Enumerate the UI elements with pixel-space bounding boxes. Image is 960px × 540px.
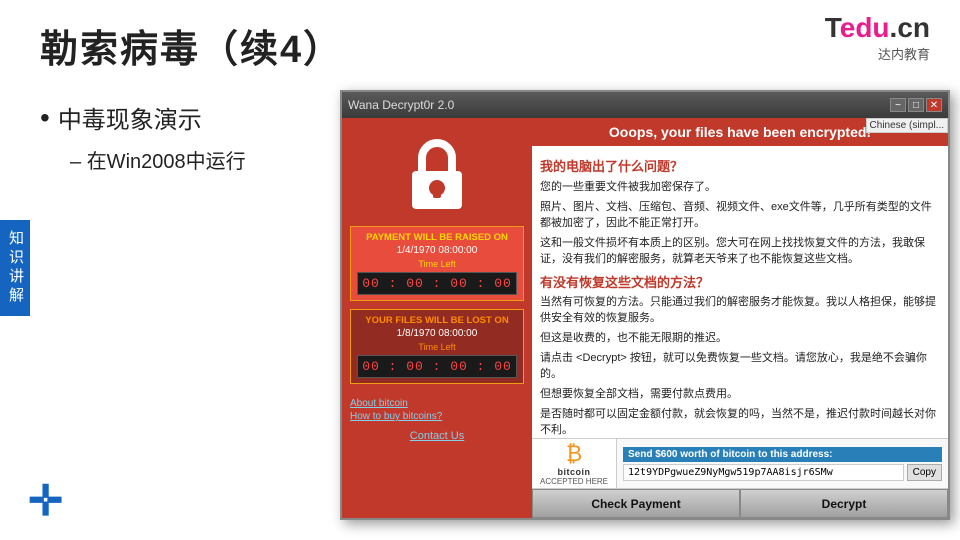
- check-payment-button[interactable]: Check Payment: [532, 489, 740, 518]
- p6: 请点击 <Decrypt> 按钮，就可以免费恢复一些文档。请您放心，我是绝不会骗…: [540, 351, 940, 383]
- time-left-label: Time Left: [357, 259, 517, 269]
- language-selector[interactable]: Chinese (simpl...: [866, 118, 948, 133]
- window-title: Wana Decrypt0r 2.0: [348, 98, 454, 112]
- contact-us-link[interactable]: Contact Us: [410, 430, 464, 442]
- address-box: 12t9YDPgwueZ9NyMgw519p7AA8isjr6SMw Copy: [623, 464, 942, 481]
- copy-button[interactable]: Copy: [907, 464, 942, 481]
- logo-t: T: [825, 12, 840, 43]
- time-left-label2: Time Left: [357, 342, 517, 352]
- timer1: 00 : 00 : 00 : 00: [357, 272, 517, 295]
- right-content: 我的电脑出了什么问题？ 您的一些重要文件被我加密保存了。 照片、图片、文档、压缩…: [532, 146, 948, 438]
- p2: 照片、图片、文档、压缩包、音频、视频文件、exe文件等，几乎所有类型的文件都被加…: [540, 200, 940, 232]
- about-links: About bitcoin How to buy bitcoins?: [350, 398, 524, 424]
- lost-box: Your files will be lost on 1/8/1970 08:0…: [350, 309, 524, 384]
- bullet-sub: 在Win2008中运行: [70, 145, 246, 174]
- p3: 这和一般文件损坏有本质上的区别。您大可在网上找找恢复文件的方法，我敢保证，没有我…: [540, 236, 940, 268]
- bitcoin-accepted-text: ACCEPTED HERE: [540, 477, 608, 486]
- q2-heading: 有没有恢复这些文档的方法？: [540, 274, 940, 293]
- lost-label: Your files will be lost on: [357, 315, 517, 326]
- bullets: 中毒现象演示 在Win2008中运行: [40, 100, 246, 174]
- p7: 但想要恢复全部文档，需要付款点费用。: [540, 387, 940, 403]
- send-label: Send $600 worth of bitcoin to this addre…: [623, 447, 942, 462]
- sidebar-label: 知识讲解: [0, 220, 30, 316]
- bullet-main: 中毒现象演示: [40, 100, 246, 135]
- payment-label: Payment will be raised on: [357, 232, 517, 243]
- padlock-icon: [402, 136, 472, 216]
- window-controls[interactable]: − □ ✕: [890, 98, 942, 112]
- lost-date: 1/8/1970 08:00:00: [357, 328, 517, 339]
- logo-cn: cn: [897, 12, 930, 43]
- bottom-buttons: Check Payment Decrypt: [532, 488, 948, 518]
- payment-box: Payment will be raised on 1/4/1970 08:00…: [350, 226, 524, 301]
- logo-edu: edu: [840, 12, 890, 43]
- payment-date: 1/4/1970 08:00:00: [357, 245, 517, 256]
- minimize-button[interactable]: −: [890, 98, 906, 112]
- p5: 但这是收费的，也不能无限期的推迟。: [540, 331, 940, 347]
- close-button[interactable]: ✕: [926, 98, 942, 112]
- page-title: 勒索病毒（续4）: [40, 18, 343, 73]
- decrypt-button[interactable]: Decrypt: [740, 489, 948, 518]
- logo: Tedu.cn 达内教育: [825, 14, 930, 63]
- p4: 当然有可恢复的方法。只能通过我们的解密服务才能恢复。我以人格担保，能够提供安全有…: [540, 295, 940, 327]
- logo-subtitle: 达内教育: [878, 44, 930, 63]
- bitcoin-area: ₿ bitcoin ACCEPTED HERE Send $600 worth …: [532, 438, 948, 488]
- bitcoin-symbol-icon: ₿: [566, 441, 582, 467]
- p8: 是否随时都可以固定金额付款，就会恢复的吗，当然不是，推迟付款时间越长对你不利。: [540, 407, 940, 438]
- bitcoin-send: Send $600 worth of bitcoin to this addre…: [617, 439, 948, 488]
- bitcoin-text: bitcoin: [558, 467, 591, 477]
- right-panel: Ooops, your files have been encrypted! C…: [532, 118, 948, 518]
- about-bitcoin-link[interactable]: About bitcoin: [350, 398, 524, 409]
- wanna-window: Wana Decrypt0r 2.0 − □ ✕ Payment will be…: [340, 90, 950, 520]
- how-to-buy-link[interactable]: How to buy bitcoins?: [350, 411, 524, 422]
- title-bar: Wana Decrypt0r 2.0 − □ ✕: [342, 92, 948, 118]
- p1: 您的一些重要文件被我加密保存了。: [540, 180, 940, 196]
- bitcoin-address: 12t9YDPgwueZ9NyMgw519p7AA8isjr6SMw: [623, 464, 904, 481]
- wanna-body: Payment will be raised on 1/4/1970 08:00…: [342, 118, 948, 518]
- bitcoin-logo: ₿ bitcoin ACCEPTED HERE: [532, 439, 617, 488]
- left-panel: Payment will be raised on 1/4/1970 08:00…: [342, 118, 532, 518]
- timer2: 00 : 00 : 00 : 00: [357, 355, 517, 378]
- q1-heading: 我的电脑出了什么问题？: [540, 158, 940, 177]
- maximize-button[interactable]: □: [908, 98, 924, 112]
- plus-icon: ✛: [28, 480, 63, 522]
